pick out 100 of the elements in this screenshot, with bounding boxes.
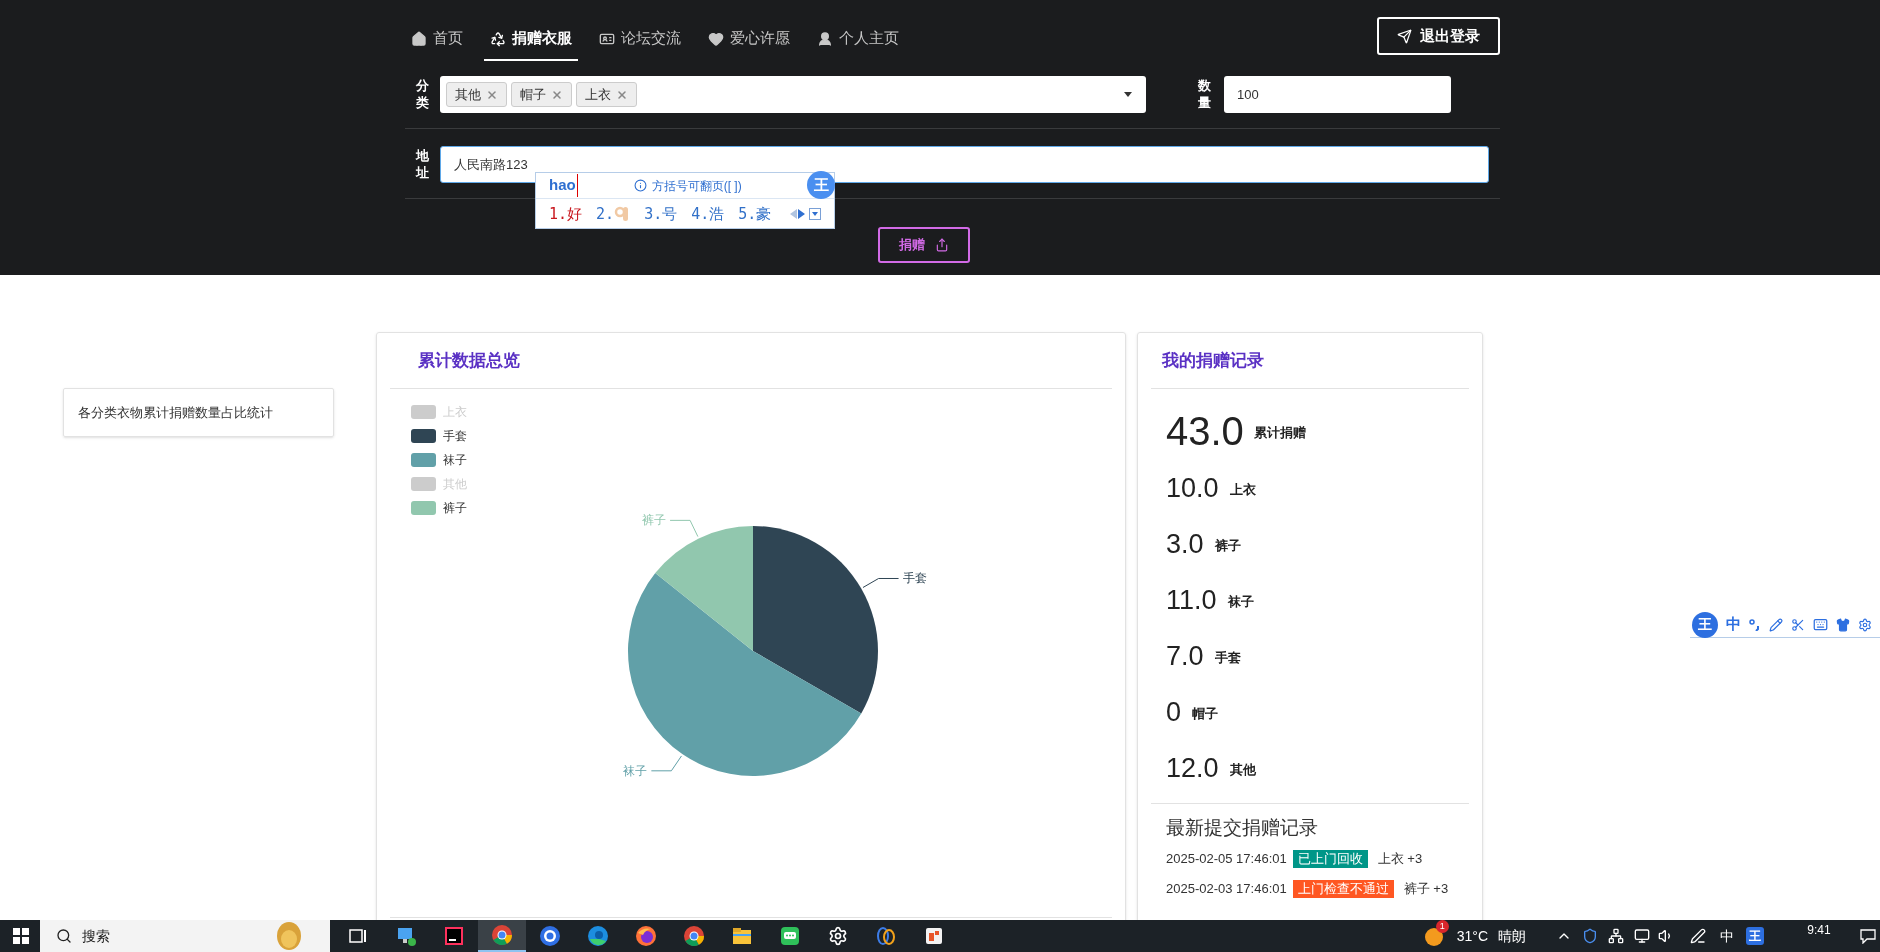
nav-tab[interactable]: 首页 bbox=[405, 18, 469, 61]
nav-tab[interactable]: 论坛交流 bbox=[593, 18, 687, 61]
weather-temperature[interactable]: 31°C bbox=[1456, 925, 1488, 947]
settings-icon[interactable] bbox=[1858, 617, 1872, 632]
chat-icon bbox=[779, 925, 801, 947]
legend-swatch[interactable] bbox=[411, 405, 436, 419]
shirt-icon[interactable] bbox=[1836, 617, 1850, 632]
status-tag: 上门检查不通过 bbox=[1292, 880, 1394, 898]
stat-value: 3.0 bbox=[1166, 527, 1204, 561]
browser-icon bbox=[587, 925, 609, 947]
gear-icon bbox=[828, 926, 848, 946]
search-placeholder: 搜索 bbox=[82, 926, 110, 946]
ime-logo[interactable]: 王 bbox=[1692, 611, 1718, 638]
ime-composition: hao bbox=[549, 174, 578, 197]
search-icon bbox=[56, 928, 72, 944]
category-tag: 其他 bbox=[446, 82, 507, 107]
total-value: 43.0 bbox=[1166, 408, 1244, 455]
legend-label[interactable]: 手套 bbox=[443, 429, 467, 443]
punctuation-icon[interactable] bbox=[1749, 618, 1761, 631]
leader-line bbox=[862, 578, 900, 588]
recycle-icon bbox=[490, 30, 506, 47]
heart-icon bbox=[708, 30, 724, 47]
slice-label: 手套 bbox=[902, 571, 927, 586]
quantity-field[interactable]: 100 bbox=[1224, 76, 1451, 113]
ime-logo: 王 bbox=[807, 171, 835, 199]
nav-tab[interactable]: 爱心许愿 bbox=[702, 18, 796, 61]
stat-label: 上衣 bbox=[1229, 480, 1256, 499]
slice-label: 袜子 bbox=[623, 763, 648, 778]
send-icon bbox=[1397, 28, 1412, 44]
category-select[interactable]: 其他 帽子 上衣 bbox=[440, 76, 1146, 113]
ime-candidate[interactable]: 5.豪 bbox=[738, 202, 772, 226]
network-icon[interactable] bbox=[1608, 928, 1624, 944]
browser-icon bbox=[491, 924, 513, 946]
stat-label: 手套 bbox=[1214, 648, 1241, 667]
logout-button[interactable]: 退出登录 bbox=[1377, 17, 1500, 55]
field-label: 分类 bbox=[416, 77, 429, 112]
leader-line bbox=[650, 755, 682, 772]
ime-candidate[interactable]: 1.好 bbox=[549, 202, 583, 226]
legend-label[interactable]: 裤子 bbox=[443, 501, 467, 515]
windows-icon[interactable] bbox=[13, 928, 29, 944]
status-tag: 已上门回收 bbox=[1292, 850, 1368, 868]
circle-app-icon bbox=[539, 925, 561, 947]
legend-swatch[interactable] bbox=[411, 429, 436, 443]
total-label: 累计捐赠 bbox=[1253, 424, 1306, 443]
ime-candidate[interactable]: 2. bbox=[596, 202, 631, 226]
category-tag: 帽子 bbox=[511, 82, 572, 107]
leader-line bbox=[669, 519, 699, 538]
clock-time[interactable]: 9:41 bbox=[1807, 923, 1831, 937]
search-highlight-icon bbox=[274, 921, 304, 951]
scissors-icon[interactable] bbox=[1791, 617, 1805, 632]
info-icon bbox=[633, 179, 647, 192]
remove-icon[interactable] bbox=[551, 88, 563, 101]
record-item: 裤子 +3 bbox=[1403, 880, 1449, 899]
donate-button[interactable]: 捐赠 bbox=[877, 227, 970, 263]
monitor-icon bbox=[395, 925, 417, 947]
record-time: 2025-02-05 17:46:01 bbox=[1166, 850, 1287, 869]
stat-value: 0 bbox=[1166, 695, 1182, 729]
stat-value: 12.0 bbox=[1166, 751, 1219, 785]
stat-label: 裤子 bbox=[1214, 536, 1241, 555]
weather-text[interactable]: 晴朗 bbox=[1498, 925, 1526, 947]
field-label: 数量 bbox=[1198, 77, 1211, 112]
record-item: 上衣 +3 bbox=[1377, 850, 1423, 869]
notifications-icon[interactable] bbox=[1860, 928, 1876, 944]
app-square-icon bbox=[443, 925, 465, 947]
section-title: 最新提交捐赠记录 bbox=[1166, 816, 1319, 840]
monitor-icon[interactable] bbox=[1634, 928, 1650, 944]
weather-icon[interactable] bbox=[1422, 925, 1445, 947]
keyboard-icon[interactable] bbox=[1813, 617, 1828, 632]
next-page-icon[interactable] bbox=[798, 209, 805, 219]
notification-badge: 1 bbox=[1435, 920, 1449, 933]
app-icon bbox=[923, 925, 945, 947]
home-icon bbox=[411, 30, 427, 47]
browser-icon bbox=[683, 925, 705, 947]
legend-label[interactable]: 袜子 bbox=[443, 453, 467, 467]
sidebar-text[interactable]: 各分类衣物累计捐赠数量占比统计 bbox=[78, 402, 273, 423]
field-label: 地址 bbox=[416, 147, 429, 182]
shield-icon[interactable] bbox=[1582, 928, 1598, 944]
stat-value: 7.0 bbox=[1166, 639, 1204, 673]
ime-mode[interactable]: 中 bbox=[1726, 613, 1741, 636]
stat-label: 袜子 bbox=[1227, 592, 1254, 611]
ime-logo[interactable]: 王 bbox=[1746, 927, 1764, 945]
legend-swatch[interactable] bbox=[411, 453, 436, 467]
card-title: 我的捐赠记录 bbox=[1162, 349, 1264, 372]
legend-swatch[interactable] bbox=[411, 477, 436, 491]
loops-icon bbox=[875, 925, 897, 947]
ime-candidate[interactable]: 4.浩 bbox=[691, 202, 725, 226]
dropdown-caret-icon bbox=[1124, 92, 1132, 97]
nav-tab[interactable]: 捐赠衣服 bbox=[484, 18, 578, 61]
stat-value: 10.0 bbox=[1166, 471, 1219, 505]
ime-candidate[interactable]: 3.号 bbox=[644, 202, 678, 226]
card-title: 累计数据总览 bbox=[418, 349, 520, 372]
taskbar-search-field[interactable]: 搜索 bbox=[40, 920, 330, 952]
record-time: 2025-02-03 17:46:01 bbox=[1166, 880, 1287, 899]
expand-icon[interactable] bbox=[809, 208, 821, 220]
legend-swatch[interactable] bbox=[411, 501, 436, 515]
remove-icon[interactable] bbox=[486, 88, 498, 101]
nav-tab[interactable]: 个人主页 bbox=[811, 18, 905, 61]
folder-icon bbox=[731, 925, 753, 947]
remove-icon[interactable] bbox=[616, 88, 628, 101]
ime-mode[interactable]: 中 bbox=[1720, 925, 1734, 947]
